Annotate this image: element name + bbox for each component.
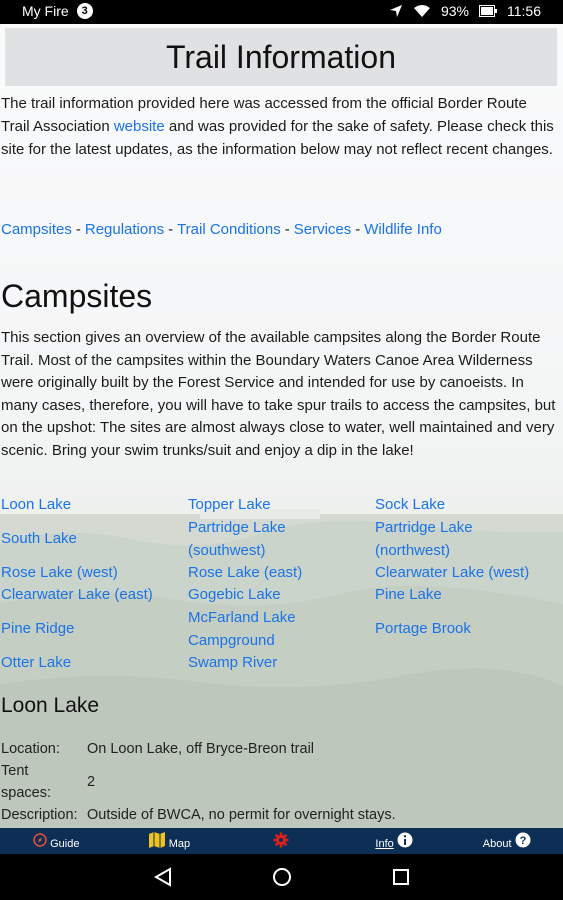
campsite-link[interactable]: Otter Lake xyxy=(1,652,71,675)
site-detail-table: Location: On Loon Lake, off Bryce-Breon … xyxy=(1,738,396,826)
campsite-link[interactable]: Partridge Lake (southwest) xyxy=(188,517,358,562)
site-detail-title: Loon Lake xyxy=(1,694,100,717)
campsite-row: Otter Lake Swamp River xyxy=(1,652,563,674)
tab-map[interactable]: Map xyxy=(113,828,226,854)
title-box: Trail Information xyxy=(5,28,557,86)
nav-separator: - xyxy=(284,221,290,238)
nav-link-wildlife-info[interactable]: Wildlife Info xyxy=(364,221,442,238)
nav-link-campsites[interactable]: Campsites xyxy=(1,221,72,238)
svg-text:?: ? xyxy=(519,835,526,847)
map-icon xyxy=(148,831,166,851)
campsite-link[interactable]: Portage Brook xyxy=(375,618,471,641)
description-value: Outside of BWCA, no permit for overnight… xyxy=(87,807,396,823)
carrier-label: My Fire xyxy=(22,3,69,19)
wifi-icon xyxy=(413,4,431,18)
content-area[interactable]: Trail Information The trail information … xyxy=(0,24,563,828)
tent-label-line-2: spaces: xyxy=(1,785,51,801)
campsite-link[interactable]: Gogebic Lake xyxy=(188,584,281,607)
compass-icon xyxy=(33,832,47,850)
campsite-link[interactable]: Pine Ridge xyxy=(1,618,74,641)
help-icon: ? xyxy=(515,832,531,851)
tent-label-line-1: Tent xyxy=(1,763,29,779)
campsite-link[interactable]: Sock Lake xyxy=(375,494,445,517)
nav-link-trail-conditions[interactable]: Trail Conditions xyxy=(177,221,281,238)
back-button[interactable] xyxy=(152,866,174,888)
campsite-link[interactable]: Clearwater Lake (west) xyxy=(375,562,529,585)
campsite-grid: Loon Lake Topper Lake Sock Lake South La… xyxy=(1,494,563,674)
tab-map-label: Map xyxy=(168,838,191,850)
nav-separator: - xyxy=(75,221,81,238)
tab-guide-label: Guide xyxy=(50,838,80,850)
system-nav-bar xyxy=(0,854,563,900)
campsite-link[interactable]: Pine Lake xyxy=(375,584,442,607)
campsite-link[interactable]: Clearwater Lake (east) xyxy=(1,584,153,607)
gear-icon xyxy=(273,832,289,851)
page-title: Trail Information xyxy=(166,38,396,75)
campsite-link[interactable]: Loon Lake xyxy=(1,494,71,517)
campsite-row: Pine Ridge McFarland Lake Campground Por… xyxy=(1,607,563,652)
info-icon xyxy=(397,832,413,851)
tab-about-label: About xyxy=(482,838,512,850)
nav-link-regulations[interactable]: Regulations xyxy=(85,221,164,238)
back-icon xyxy=(154,867,171,887)
tab-info[interactable]: Info xyxy=(338,828,451,854)
notification-badge: 3 xyxy=(76,3,93,19)
nav-separator: - xyxy=(168,221,174,238)
campsite-link[interactable]: South Lake xyxy=(1,528,77,551)
campsites-description: This section gives an overview of the av… xyxy=(1,329,556,459)
tent-spaces-label: Tent spaces: xyxy=(1,760,87,804)
battery-icon xyxy=(479,5,497,17)
campsite-row: Rose Lake (west) Rose Lake (east) Clearw… xyxy=(1,562,563,584)
website-link[interactable]: website xyxy=(114,118,165,135)
campsites-heading: Campsites xyxy=(1,278,153,314)
battery-percent: 93% xyxy=(440,3,469,19)
campsite-link[interactable]: Partridge Lake (northwest) xyxy=(375,517,535,562)
bottom-tab-bar: Guide Map Info About ? xyxy=(0,828,563,854)
campsite-link[interactable]: Rose Lake (west) xyxy=(1,562,118,585)
clock: 11:56 xyxy=(507,3,541,19)
campsite-row: South Lake Partridge Lake (southwest) Pa… xyxy=(1,517,563,562)
location-label: Location: xyxy=(1,741,60,757)
tab-guide[interactable]: Guide xyxy=(0,828,113,854)
section-nav: Campsites - Regulations - Trail Conditions - S… xyxy=(1,221,442,238)
status-bar: My Fire 3 93% 11:56 xyxy=(0,0,563,24)
campsite-row: Loon Lake Topper Lake Sock Lake xyxy=(1,494,563,517)
campsite-link[interactable]: McFarland Lake Campground xyxy=(188,607,328,652)
tent-spaces-value: 2 xyxy=(87,774,96,790)
campsite-row: Clearwater Lake (east) Gogebic Lake Pine… xyxy=(1,584,563,607)
nav-link-services[interactable]: Services xyxy=(294,221,352,238)
recents-button[interactable] xyxy=(390,866,412,888)
tab-about[interactable]: About ? xyxy=(450,828,563,854)
location-value: On Loon Lake, off Bryce-Breon trail xyxy=(87,741,315,757)
campsite-link[interactable]: Swamp River xyxy=(188,652,277,675)
campsite-link[interactable]: Rose Lake (east) xyxy=(188,562,302,585)
nav-separator: - xyxy=(355,221,361,238)
campsite-link[interactable]: Topper Lake xyxy=(188,494,271,517)
description-label: Description: xyxy=(1,807,78,823)
intro-paragraph: The trail information provided here was … xyxy=(1,92,559,161)
home-button[interactable] xyxy=(271,866,293,888)
recents-icon xyxy=(393,869,409,885)
home-icon xyxy=(273,868,291,886)
location-icon xyxy=(389,4,403,18)
tab-settings[interactable] xyxy=(225,828,338,854)
tab-info-label: Info xyxy=(375,838,394,850)
